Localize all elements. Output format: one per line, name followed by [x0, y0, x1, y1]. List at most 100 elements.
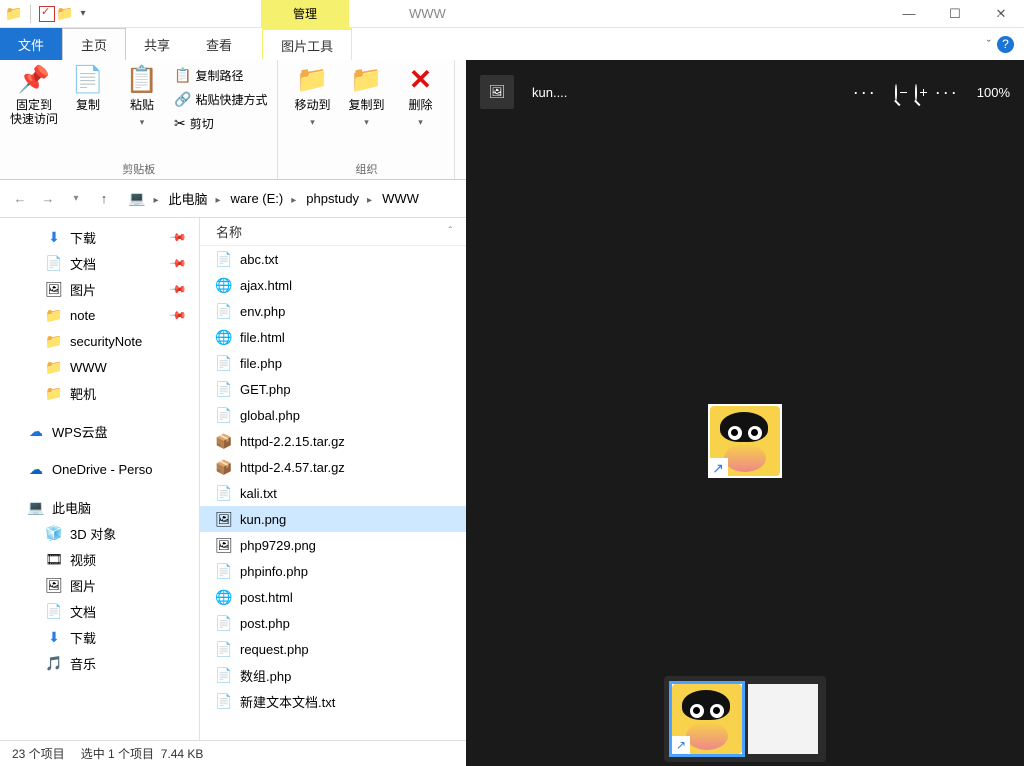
nav-security-note[interactable]: securityNote	[0, 328, 199, 354]
forward-button[interactable]: →	[34, 185, 62, 213]
move-to-button[interactable]: 移动到	[288, 64, 336, 124]
file-type-icon	[216, 329, 232, 346]
ribbon-collapse-icon[interactable]: ˇ	[987, 37, 991, 52]
file-row[interactable]: global.php	[200, 402, 466, 428]
window-title: WWW	[409, 6, 446, 21]
qat-dropdown-icon[interactable]	[75, 6, 91, 22]
file-row[interactable]: file.html	[200, 324, 466, 350]
folder-icon	[350, 64, 382, 96]
help-icon[interactable]: ?	[997, 36, 1014, 53]
file-row[interactable]: httpd-2.4.57.tar.gz	[200, 454, 466, 480]
back-button[interactable]: ←	[6, 185, 34, 213]
file-row[interactable]: env.php	[200, 298, 466, 324]
nav-music[interactable]: 音乐	[0, 650, 199, 676]
tab-file[interactable]: 文件	[0, 28, 62, 60]
recent-dropdown[interactable]: ▾	[62, 185, 90, 213]
tab-view[interactable]: 查看	[188, 28, 250, 60]
file-row[interactable]: httpd-2.2.15.tar.gz	[200, 428, 466, 454]
file-row[interactable]: abc.txt	[200, 246, 466, 272]
viewer-overflow-icon[interactable]	[935, 82, 959, 103]
file-name: kali.txt	[240, 486, 277, 501]
file-name: request.php	[240, 642, 309, 657]
file-row[interactable]: post.php	[200, 610, 466, 636]
file-row[interactable]: kun.png	[200, 506, 466, 532]
delete-button[interactable]: 删除	[396, 64, 444, 124]
file-type-icon	[216, 251, 232, 268]
file-row[interactable]: ajax.html	[200, 272, 466, 298]
up-button[interactable]: ↑	[90, 185, 118, 213]
file-name: php9729.png	[240, 538, 316, 553]
viewer-gallery-button[interactable]	[480, 75, 514, 109]
nav-videos[interactable]: 视频	[0, 546, 199, 572]
file-name: kun.png	[240, 512, 286, 527]
cut-button[interactable]: 剪切	[174, 112, 267, 134]
nav-pictures2[interactable]: 图片	[0, 572, 199, 598]
viewer-toolbar: kun.... 100%	[466, 60, 1024, 124]
file-type-icon	[216, 537, 232, 554]
nav-documents2[interactable]: 文档	[0, 598, 199, 624]
paste-button[interactable]: 粘贴	[118, 64, 166, 134]
copy-to-button[interactable]: 复制到	[342, 64, 390, 124]
nav-www[interactable]: WWW	[0, 354, 199, 380]
qat-folder-icon[interactable]	[57, 6, 73, 22]
viewer-maximize-button[interactable]: ☐	[972, 6, 1018, 34]
file-row[interactable]: file.php	[200, 350, 466, 376]
nav-onedrive[interactable]: OneDrive - Perso	[0, 456, 199, 482]
file-type-icon	[216, 277, 232, 294]
tab-image-tools[interactable]: 图片工具	[262, 28, 352, 60]
nav-note[interactable]: note📌	[0, 302, 199, 328]
filmstrip[interactable]	[664, 676, 826, 762]
file-row[interactable]: request.php	[200, 636, 466, 662]
file-row[interactable]: 新建文本文档.txt	[200, 688, 466, 714]
photos-viewer-window: — ☐ kun.... 100%	[466, 60, 1024, 766]
file-row[interactable]: phpinfo.php	[200, 558, 466, 584]
cube-icon	[46, 525, 62, 542]
breadcrumb[interactable]: 此电脑 ware (E:) phpstudy WWW	[124, 187, 423, 210]
filmstrip-thumb[interactable]	[672, 684, 742, 754]
viewer-canvas[interactable]	[466, 124, 1024, 766]
filmstrip-thumb[interactable]	[748, 684, 818, 754]
nav-pictures[interactable]: 图片📌	[0, 276, 199, 302]
folder-arrow-icon	[296, 64, 328, 96]
nav-downloads[interactable]: 下载📌	[0, 224, 199, 250]
file-row[interactable]: php9729.png	[200, 532, 466, 558]
zoom-out-icon	[895, 84, 897, 101]
nav-target[interactable]: 靶机	[0, 380, 199, 406]
file-type-icon	[216, 485, 232, 502]
nav-pane[interactable]: 下载📌 文档📌 图片📌 note📌 securityNote WWW 靶机 WP…	[0, 218, 200, 740]
file-list[interactable]: 名称ˆ abc.txtajax.htmlenv.phpfile.html file…	[200, 218, 466, 740]
copy-button[interactable]: 复制	[64, 64, 112, 134]
nav-wps[interactable]: WPS云盘	[0, 418, 199, 444]
onedrive-icon	[28, 461, 44, 478]
file-type-icon	[216, 511, 232, 528]
file-row[interactable]: post.html	[200, 584, 466, 610]
tab-share[interactable]: 共享	[126, 28, 188, 60]
chevron-down-icon	[140, 114, 145, 124]
zoom-in-button[interactable]	[915, 85, 917, 100]
file-row[interactable]: kali.txt	[200, 480, 466, 506]
contextual-tab-label: 管理	[261, 0, 349, 27]
pc-icon	[28, 499, 44, 516]
column-header-name[interactable]: 名称ˆ	[200, 218, 466, 246]
file-name: file.php	[240, 356, 282, 371]
copy-path-button[interactable]: 复制路径	[174, 64, 267, 86]
file-name: GET.php	[240, 382, 291, 397]
paste-shortcut-button[interactable]: 粘贴快捷方式	[174, 88, 267, 110]
pin-quick-access-button[interactable]: 固定到 快速访问	[10, 64, 58, 134]
sort-caret-icon: ˆ	[449, 226, 452, 237]
file-type-icon	[216, 433, 232, 450]
file-type-icon	[216, 641, 232, 658]
file-type-icon	[216, 615, 232, 632]
file-row[interactable]: GET.php	[200, 376, 466, 402]
nav-downloads2[interactable]: 下载	[0, 624, 199, 650]
file-row[interactable]: 数组.php	[200, 662, 466, 688]
viewer-minimize-button[interactable]: —	[922, 6, 968, 34]
zoom-out-button[interactable]	[895, 85, 897, 100]
nav-3d-objects[interactable]: 3D 对象	[0, 520, 199, 546]
viewer-more-icon[interactable]	[853, 82, 877, 103]
qat-check-icon[interactable]	[39, 6, 55, 22]
tab-home[interactable]: 主页	[62, 28, 126, 60]
nav-this-pc[interactable]: 此电脑	[0, 494, 199, 520]
nav-documents[interactable]: 文档📌	[0, 250, 199, 276]
clipboard-icon	[174, 67, 191, 84]
